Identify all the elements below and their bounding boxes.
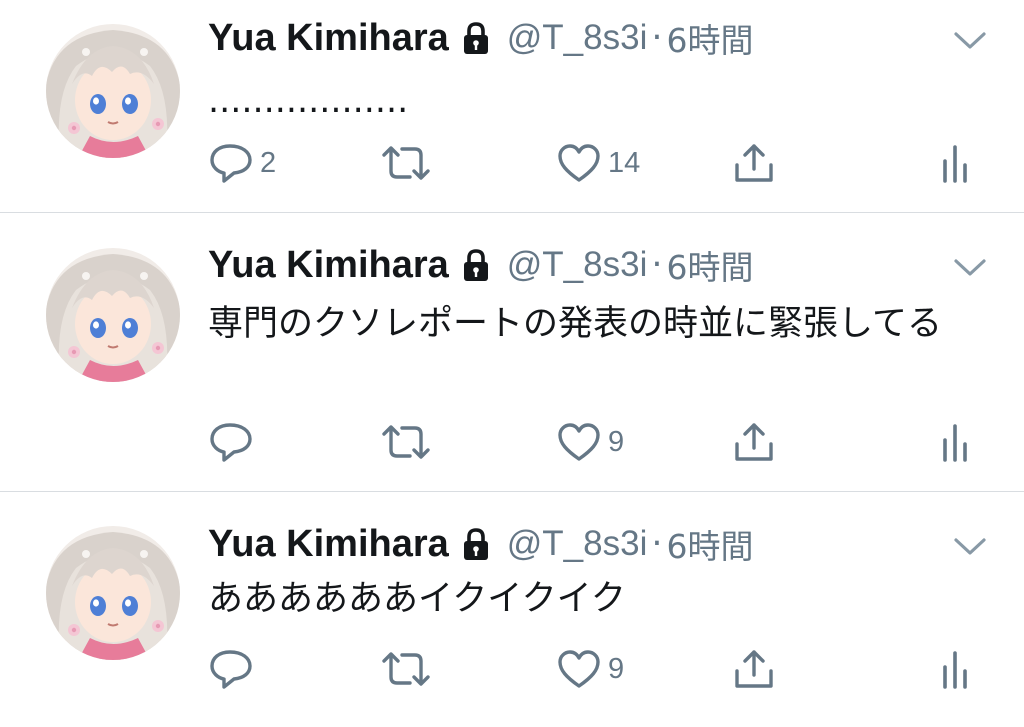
reply-button[interactable] — [208, 419, 260, 465]
user-handle[interactable]: @T_8s3i — [507, 245, 648, 285]
analytics-icon — [938, 141, 974, 185]
share-button[interactable] — [732, 419, 776, 465]
lock-icon — [459, 20, 493, 56]
share-icon — [732, 420, 776, 464]
like-icon — [556, 421, 602, 463]
tweet-header: Yua Kimihara @T_8s3i · 6時間 — [208, 14, 754, 62]
display-name[interactable]: Yua Kimihara — [208, 244, 449, 287]
chevron-down-icon[interactable] — [950, 26, 990, 54]
avatar[interactable] — [46, 526, 180, 660]
timestamp[interactable]: 6時間 — [667, 241, 754, 289]
retweet-icon — [380, 143, 432, 183]
reply-icon — [208, 142, 254, 184]
timestamp[interactable]: 6時間 — [667, 520, 754, 568]
timeline-feed: Yua Kimihara @T_8s3i · 6時間 .............… — [0, 0, 1024, 727]
analytics-button[interactable] — [938, 140, 974, 186]
action-bar: 9 — [0, 419, 1024, 465]
tweet-text: ああああああイクイクイク — [208, 579, 626, 619]
display-name[interactable]: Yua Kimihara — [208, 523, 449, 566]
retweet-icon — [380, 649, 432, 689]
like-icon — [556, 142, 602, 184]
lock-icon — [459, 247, 493, 283]
like-icon — [556, 648, 602, 690]
reply-count: 2 — [260, 146, 277, 179]
tweet[interactable]: Yua Kimihara @T_8s3i · 6時間 .............… — [0, 0, 1024, 212]
chevron-down-icon[interactable] — [950, 532, 990, 560]
avatar[interactable] — [46, 24, 180, 158]
tweet[interactable]: Yua Kimihara @T_8s3i · 6時間 専門のクソレポートの発表の… — [0, 213, 1024, 491]
separator-dot: · — [651, 524, 663, 564]
retweet-button[interactable] — [380, 419, 438, 465]
tweet-header: Yua Kimihara @T_8s3i · 6時間 — [208, 241, 754, 289]
tweet[interactable]: Yua Kimihara @T_8s3i · 6時間 ああああああイクイクイク … — [0, 492, 1024, 727]
like-button[interactable]: 14 — [556, 140, 640, 186]
analytics-icon — [938, 647, 974, 691]
analytics-button[interactable] — [938, 646, 974, 692]
share-icon — [732, 647, 776, 691]
reply-button[interactable] — [208, 646, 260, 692]
tweet-text: 専門のクソレポートの発表の時並に緊張してる — [208, 304, 942, 344]
like-count: 9 — [608, 425, 625, 458]
reply-button[interactable]: 2 — [208, 140, 276, 186]
share-icon — [732, 141, 776, 185]
user-handle[interactable]: @T_8s3i — [507, 18, 648, 58]
display-name[interactable]: Yua Kimihara — [208, 17, 449, 60]
tweet-text: .................. — [208, 81, 409, 121]
tweet-header: Yua Kimihara @T_8s3i · 6時間 — [208, 520, 754, 568]
analytics-button[interactable] — [938, 419, 974, 465]
share-button[interactable] — [732, 140, 776, 186]
like-button[interactable]: 9 — [556, 646, 624, 692]
retweet-button[interactable] — [380, 646, 438, 692]
avatar[interactable] — [46, 248, 180, 382]
retweet-icon — [380, 422, 432, 462]
timestamp[interactable]: 6時間 — [667, 14, 754, 62]
like-count: 14 — [608, 146, 641, 179]
reply-icon — [208, 648, 254, 690]
chevron-down-icon[interactable] — [950, 253, 990, 281]
like-count: 9 — [608, 652, 625, 685]
retweet-button[interactable] — [380, 140, 438, 186]
reply-icon — [208, 421, 254, 463]
share-button[interactable] — [732, 646, 776, 692]
action-bar: 2 14 — [0, 140, 1024, 186]
separator-dot: · — [651, 245, 663, 285]
analytics-icon — [938, 420, 974, 464]
like-button[interactable]: 9 — [556, 419, 624, 465]
lock-icon — [459, 526, 493, 562]
separator-dot: · — [651, 18, 663, 58]
action-bar: 9 — [0, 646, 1024, 692]
user-handle[interactable]: @T_8s3i — [507, 524, 648, 564]
